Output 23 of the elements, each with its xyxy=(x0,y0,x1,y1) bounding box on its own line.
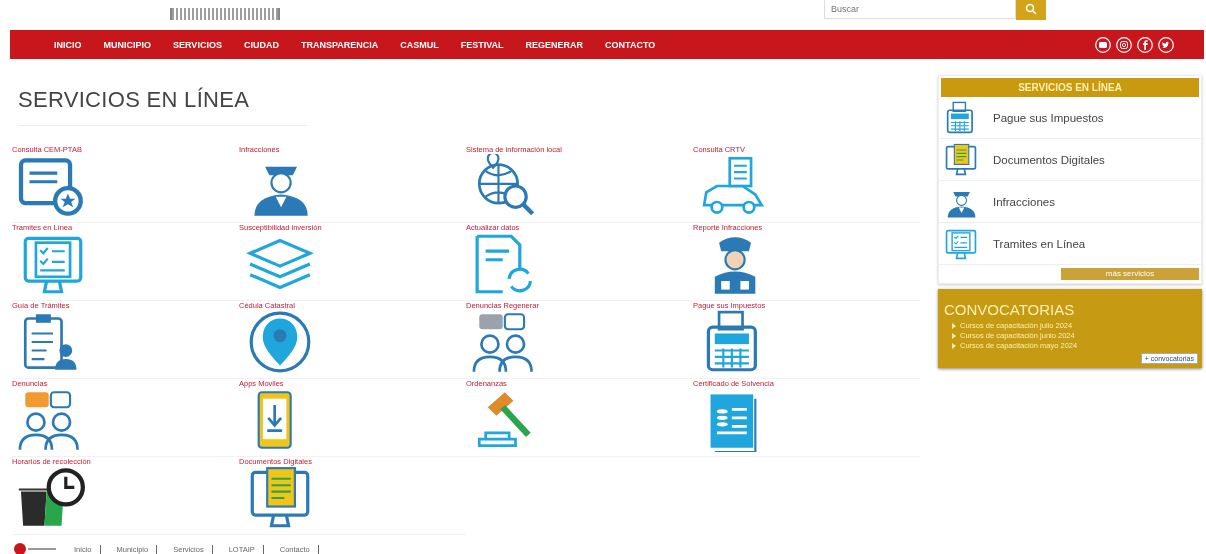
nav-link[interactable]: INICIO xyxy=(54,39,82,50)
twitter-icon[interactable] xyxy=(1158,36,1174,53)
page-title: SERVICIOS EN LÍNEA xyxy=(18,87,308,126)
nav-link[interactable]: TRANSPARENCIA xyxy=(300,39,379,50)
nav-link[interactable]: FESTIVAL xyxy=(460,39,504,50)
panel-title: CONVOCATORIAS xyxy=(944,301,1076,318)
nav-link[interactable]: CONTACTO xyxy=(605,39,656,50)
facebook-icon[interactable] xyxy=(1137,36,1153,53)
panel-header: SERVICIOS EN LÍNEA xyxy=(941,78,1199,97)
search-field[interactable]: Buscar xyxy=(824,0,1016,19)
sidebar-link[interactable]: Pague sus Impuestos xyxy=(993,111,1104,124)
nav-link[interactable]: SERVICIOS xyxy=(173,39,222,50)
youtube-icon[interactable] xyxy=(1095,36,1111,53)
nav-link[interactable]: MUNICIPIO xyxy=(103,39,152,50)
sidebar-link[interactable]: Documentos Digitales xyxy=(993,153,1105,166)
sidebar-link[interactable]: Infracciones xyxy=(993,195,1055,208)
logo xyxy=(14,543,58,554)
instagram-icon[interactable] xyxy=(1116,36,1132,53)
nav-link[interactable]: CIUDAD xyxy=(243,39,279,50)
nav-link[interactable]: CASMUL xyxy=(400,39,439,50)
nav-link[interactable]: REGENERAR xyxy=(525,39,584,50)
search-icon xyxy=(1025,2,1037,15)
sidebar-link[interactable]: Tramites en Línea xyxy=(993,237,1086,250)
